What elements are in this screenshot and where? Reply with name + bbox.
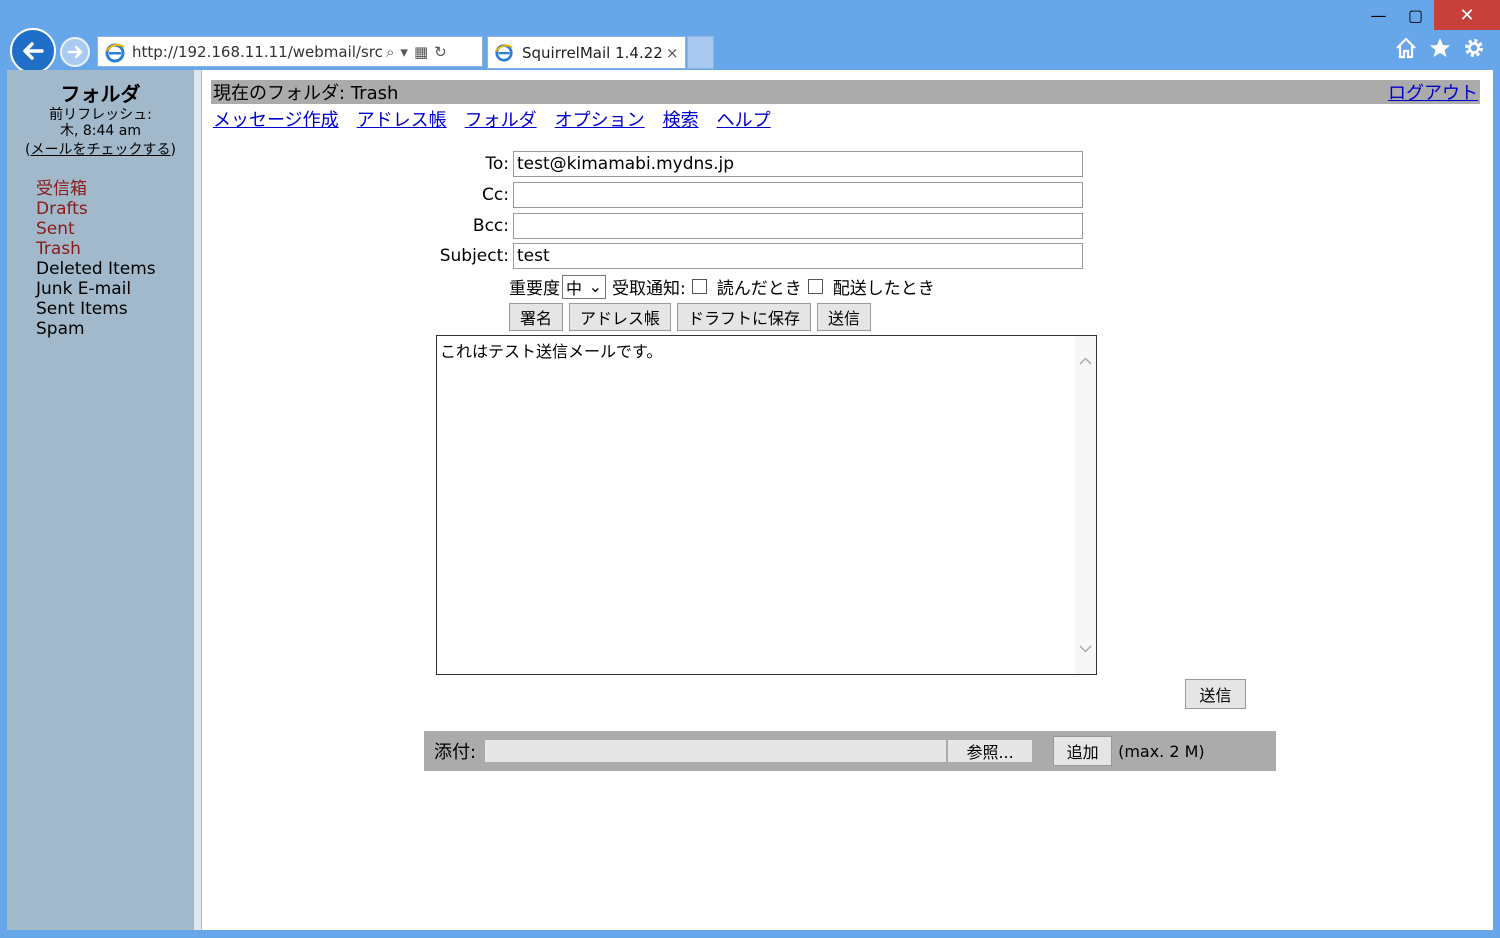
back-button[interactable] (10, 28, 56, 74)
priority-label: 重要度 (509, 279, 560, 299)
message-body[interactable]: これはテスト送信メールです。 (436, 335, 1097, 675)
folder-list: 受信箱 Drafts Sent Trash Deleted Items Junk E-ma… (36, 179, 194, 339)
new-tab-button[interactable] (687, 36, 714, 69)
current-folder: 現在のフォルダ: Trash (213, 79, 398, 105)
scroll-down-icon[interactable] (1075, 638, 1096, 658)
menu-link[interactable]: アドレス帳 (357, 106, 447, 132)
save-draft-button[interactable]: ドラフトに保存 (677, 303, 812, 331)
attachment-file-input[interactable] (484, 739, 948, 763)
bcc-row: Bcc: (419, 213, 1083, 239)
current-folder-bar: 現在のフォルダ: Trash ログアウト (211, 80, 1480, 104)
to-field[interactable]: test@kimamabi.mydns.jp (513, 151, 1083, 177)
receipt-delivered-label: 配送したとき (832, 279, 935, 299)
address-tools: ⌕ ▾ ▦ ↻ (386, 43, 447, 61)
current-folder-label: 現在のフォルダ: (213, 83, 346, 104)
browser-toolbar-icons (1394, 36, 1486, 60)
to-label: To: (485, 154, 509, 174)
browse-button[interactable]: 参照... (947, 739, 1034, 763)
maximize-button[interactable]: ▢ (1397, 0, 1434, 30)
cc-row: Cc: (419, 182, 1083, 208)
browser-tab[interactable]: SquirrelMail 1.4.22 × (487, 36, 686, 69)
receipt-read-label: 読んだとき (716, 279, 802, 299)
browser-window: — ▢ ✕ http://192.168.11.11/webmail/src ⌕… (0, 0, 1500, 938)
signature-button[interactable]: 署名 (509, 303, 564, 331)
max-size-label: (max. 2 M) (1118, 741, 1205, 761)
last-refresh-time: 木, 8:44 am (59, 123, 141, 139)
bcc-field[interactable] (513, 213, 1083, 239)
add-attachment-button[interactable]: 追加 (1053, 736, 1113, 766)
attachment-label: 添付: (434, 742, 477, 763)
folder-item[interactable]: Deleted Items (36, 259, 194, 279)
subject-row: Subject: test (419, 243, 1083, 269)
home-icon[interactable] (1394, 36, 1418, 60)
current-folder-value: Trash (350, 83, 399, 104)
window-controls: — ▢ ✕ (1360, 0, 1500, 30)
compose-pane: 現在のフォルダ: Trash ログアウト メッセージ作成 アドレス帳 フォルダ オプシ… (211, 70, 1493, 930)
compose-buttons: 署名 アドレス帳 ドラフトに保存 送信 (509, 303, 872, 331)
subject-label: Subject: (439, 246, 509, 266)
url-text[interactable]: http://192.168.11.11/webmail/src (132, 43, 382, 61)
menu-link[interactable]: オプション (555, 106, 645, 132)
settings-gear-icon[interactable] (1462, 36, 1486, 60)
frame-divider[interactable] (194, 70, 202, 930)
scroll-up-icon[interactable] (1075, 352, 1096, 372)
favorites-star-icon[interactable] (1428, 36, 1452, 60)
folder-item[interactable]: Junk E-mail (36, 279, 194, 299)
forward-button[interactable] (60, 37, 90, 67)
forward-arrow-icon (67, 45, 83, 59)
folder-item[interactable]: Drafts (36, 199, 194, 219)
folder-item[interactable]: 受信箱 (36, 179, 194, 199)
receipt-label: 受取通知: (612, 279, 686, 299)
logout-link[interactable]: ログアウト (1388, 79, 1478, 105)
folders-heading: フォルダ (60, 82, 141, 106)
attachment-bar: 添付: 参照... 追加 (max. 2 M) (424, 731, 1276, 771)
folder-sidebar: フォルダ 前リフレッシュ: 木, 8:44 am (メールをチェックする) 受信… (7, 70, 194, 930)
chevron-down-icon: ⌄ (588, 277, 602, 296)
folder-item[interactable]: Trash (36, 239, 194, 259)
to-row: To: test@kimamabi.mydns.jp (419, 151, 1083, 177)
check-mail-link[interactable]: メールをチェックする (31, 142, 171, 158)
menu-link[interactable]: メッセージ作成 (213, 106, 339, 132)
compat-view-icon[interactable]: ▦ (414, 43, 428, 61)
send-button-bottom[interactable]: 送信 (1185, 679, 1246, 709)
page-content: フォルダ 前リフレッシュ: 木, 8:44 am (メールをチェックする) 受信… (7, 70, 1493, 930)
send-button[interactable]: 送信 (817, 303, 872, 331)
body-scrollbar[interactable] (1075, 336, 1096, 674)
priority-select[interactable]: 中 ⌄ (562, 274, 606, 299)
menu-link[interactable]: ヘルプ (717, 106, 771, 132)
cc-label: Cc: (482, 185, 509, 205)
cc-field[interactable] (513, 182, 1083, 208)
search-icon[interactable]: ⌕ (386, 43, 394, 61)
close-window-button[interactable]: ✕ (1434, 0, 1500, 30)
receipt-delivered-checkbox[interactable] (807, 279, 823, 294)
receipt-read-checkbox[interactable] (691, 279, 707, 294)
subject-field[interactable]: test (513, 243, 1083, 269)
tab-title: SquirrelMail 1.4.22 (522, 43, 663, 62)
folder-item[interactable]: Sent (36, 219, 194, 239)
tab-ie-icon (494, 42, 516, 64)
tab-close-icon[interactable]: × (666, 44, 679, 62)
main-menu: メッセージ作成 アドレス帳 フォルダ オプション 検索 ヘルプ (213, 106, 771, 132)
folder-item[interactable]: Spam (36, 319, 194, 339)
menu-link[interactable]: フォルダ (465, 106, 537, 132)
message-body-text: これはテスト送信メールです。 (440, 342, 663, 361)
back-arrow-icon (23, 42, 44, 60)
message-options: 重要度 中 ⌄ 受取通知: 読んだとき 配送したとき (509, 274, 935, 299)
last-refresh-label: 前リフレッシュ: (49, 107, 152, 123)
bcc-label: Bcc: (472, 216, 509, 236)
address-book-button[interactable]: アドレス帳 (569, 303, 672, 331)
chevron-down-icon[interactable]: ▾ (400, 43, 408, 61)
address-bar[interactable]: http://192.168.11.11/webmail/src ⌕ ▾ ▦ ↻ (97, 36, 483, 67)
ie-logo-icon (102, 39, 128, 65)
minimize-button[interactable]: — (1360, 0, 1397, 30)
priority-value: 中 (566, 278, 583, 298)
check-mail: (メールをチェックする) (25, 142, 176, 158)
folder-item[interactable]: Sent Items (36, 299, 194, 319)
menu-link[interactable]: 検索 (663, 106, 699, 132)
refresh-icon[interactable]: ↻ (434, 43, 447, 61)
